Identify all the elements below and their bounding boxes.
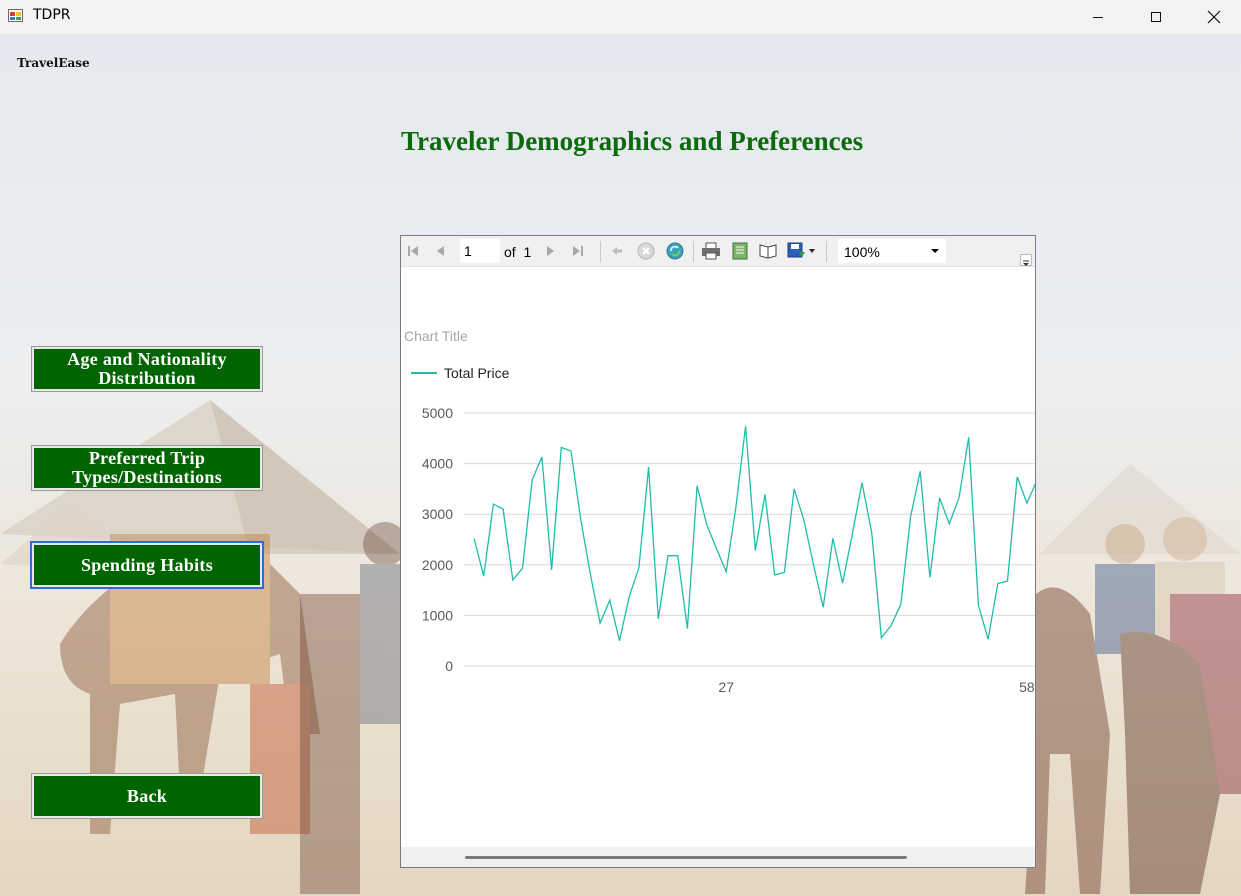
back-button[interactable]: Back: [31, 773, 263, 819]
x-tick-label: 27: [718, 679, 734, 695]
close-icon: [1207, 10, 1221, 24]
age-nationality-button[interactable]: Age and Nationality Distribution: [31, 346, 263, 392]
current-page-input[interactable]: 1: [460, 239, 500, 263]
report-content: Chart Title Total Price 0 1000 2000 3000 400…: [401, 267, 1035, 847]
spending-habits-button-label: Spending Habits: [80, 554, 214, 575]
first-page-icon: [408, 246, 418, 256]
y-tick-label: 2000: [422, 557, 453, 573]
line-chart: 0 1000 2000 3000 4000 5000 27 58: [422, 405, 1035, 695]
app-icon: [8, 8, 24, 24]
preferred-trip-types-button[interactable]: Preferred Trip Types/Destinations: [31, 445, 263, 491]
spending-habits-button[interactable]: Spending Habits: [30, 541, 264, 589]
brand-label: TravelEase: [17, 56, 90, 70]
series-line-total-price: [473, 426, 1035, 641]
print-icon: [702, 242, 720, 260]
refresh-button[interactable]: [665, 242, 685, 260]
form-client-area: TravelEase Traveler Demographics and Pre…: [0, 34, 1241, 896]
y-tick-label: 5000: [422, 405, 453, 421]
minimize-icon: [1093, 17, 1103, 18]
previous-page-button[interactable]: [433, 242, 449, 260]
previous-page-icon: [437, 246, 444, 256]
total-pages: 1: [523, 244, 532, 260]
back-icon: [612, 247, 622, 255]
last-page-icon: [573, 246, 583, 256]
print-layout-icon: [732, 242, 748, 260]
toolbar-separator: [600, 241, 601, 262]
toolbar-overflow-button[interactable]: [1020, 254, 1032, 266]
export-icon: [787, 242, 815, 258]
export-button[interactable]: [786, 242, 818, 260]
y-tick-label: 1000: [422, 607, 453, 623]
of-label: of: [504, 244, 516, 260]
page-setup-icon: [759, 244, 777, 259]
maximize-button[interactable]: [1127, 0, 1185, 34]
window-titlebar: TDPR: [0, 0, 1241, 34]
chevron-down-icon: [931, 249, 939, 253]
y-tick-label: 3000: [422, 506, 453, 522]
stop-icon: [637, 242, 655, 260]
stop-button[interactable]: [636, 242, 656, 260]
x-tick-label: 58: [1019, 679, 1035, 695]
print-button[interactable]: [700, 242, 722, 260]
refresh-icon: [666, 242, 684, 260]
report-viewer: 1 of 1 100% Chart Title Total Price 0 10…: [400, 235, 1036, 868]
last-page-button[interactable]: [570, 242, 586, 260]
page-setup-button[interactable]: [757, 242, 779, 260]
toolbar-separator: [693, 241, 694, 262]
preferred-trip-types-button-line1: Preferred Trip: [88, 448, 206, 468]
close-button[interactable]: [1185, 0, 1241, 34]
next-page-button[interactable]: [542, 242, 558, 260]
age-nationality-button-line1: Age and Nationality: [67, 349, 227, 369]
window-title: TDPR: [33, 7, 71, 23]
scrollbar-thumb[interactable]: [465, 856, 907, 859]
print-layout-button[interactable]: [729, 242, 751, 260]
next-page-icon: [547, 246, 554, 256]
page-title: Traveler Demographics and Preferences: [401, 126, 864, 156]
preferred-trip-types-button-line2: Types/Destinations: [71, 467, 223, 487]
maximize-icon: [1151, 12, 1161, 22]
first-page-button[interactable]: [405, 242, 421, 260]
minimize-button[interactable]: [1069, 0, 1127, 34]
back-to-parent-button[interactable]: [608, 242, 626, 260]
y-tick-label: 0: [445, 658, 453, 674]
zoom-select[interactable]: 100%: [838, 239, 946, 263]
report-toolbar: 1 of 1 100%: [401, 236, 1035, 267]
age-nationality-button-line2: Distribution: [98, 368, 196, 388]
back-button-label: Back: [126, 785, 168, 806]
toolbar-separator: [826, 241, 827, 262]
horizontal-scrollbar[interactable]: [401, 847, 1035, 867]
y-tick-label: 4000: [422, 456, 453, 472]
page-count-label: of 1: [504, 244, 531, 260]
